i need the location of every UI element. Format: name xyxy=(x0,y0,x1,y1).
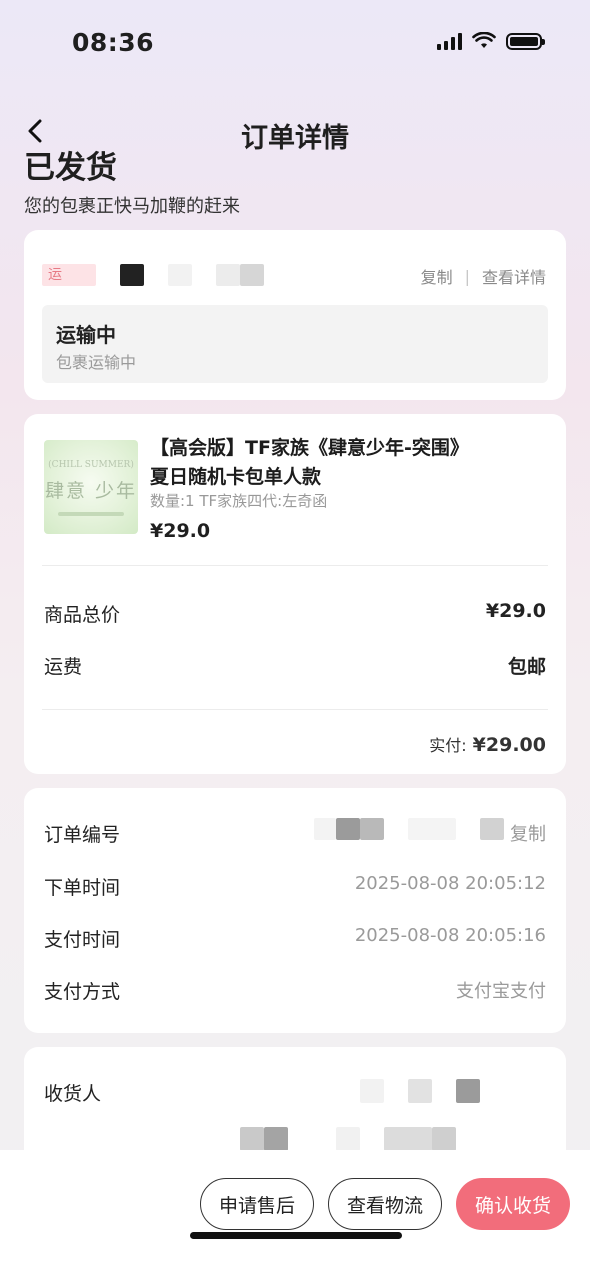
carrier-badge: 运 xyxy=(42,264,96,286)
product-image-stripe xyxy=(58,512,124,516)
order-number-redacted xyxy=(314,818,336,840)
transit-status-box[interactable]: 运输中 包裹运输中 xyxy=(42,305,548,383)
status-icons xyxy=(437,32,545,50)
shipping-fee-value: 包邮 xyxy=(507,656,546,678)
order-time-value: 2025-08-08 20:05:12 xyxy=(354,873,546,894)
view-details-button[interactable]: 查看详情 xyxy=(482,264,546,288)
order-number-redacted xyxy=(480,818,504,840)
receiver-address-redacted xyxy=(264,1127,288,1151)
logistics-card: 运 复制 | 查看详情 运输中 包裹运输中 xyxy=(24,230,566,400)
order-info-card: 订单编号 复制 下单时间 2025-08-08 20:05:12 支付时间 20… xyxy=(24,788,566,1033)
shipping-status-title: 已发货 xyxy=(24,150,117,186)
order-number-label: 订单编号 xyxy=(44,824,121,846)
order-number-redacted xyxy=(408,818,456,840)
shipping-fee-label: 运费 xyxy=(44,656,83,678)
total-price-value: ¥29.0 xyxy=(485,600,546,622)
transit-status-title: 运输中 xyxy=(56,323,116,347)
bottom-action-bar: 申请售后 查看物流 确认收货 xyxy=(0,1150,590,1280)
divider xyxy=(42,565,548,566)
order-number-redacted xyxy=(360,818,384,840)
carrier-label: 运 xyxy=(48,267,62,283)
order-time-label: 下单时间 xyxy=(44,877,121,899)
copy-tracking-button[interactable]: 复制 xyxy=(421,264,453,288)
product-name-line1: 【高会版】TF家族《肆意少年-突围》 xyxy=(150,437,469,459)
pay-time-value: 2025-08-08 20:05:16 xyxy=(354,925,546,946)
product-image-caption: (CHILL SUMMER) xyxy=(48,460,134,470)
amount-paid-value: ¥29.00 xyxy=(472,734,546,756)
confirm-receipt-button[interactable]: 确认收货 xyxy=(456,1178,570,1230)
receiver-name-redacted xyxy=(360,1079,384,1103)
receiver-address-redacted xyxy=(432,1127,456,1151)
product-image[interactable]: (CHILL SUMMER) 肆意 少年 xyxy=(44,440,138,534)
status-time: 08:36 xyxy=(72,28,155,57)
transit-status-subtitle: 包裹运输中 xyxy=(56,353,137,372)
receiver-address-redacted xyxy=(384,1127,432,1151)
product-name-line2: 夏日随机卡包单人款 xyxy=(150,466,322,488)
pay-time-label: 支付时间 xyxy=(44,929,121,951)
view-logistics-button[interactable]: 查看物流 xyxy=(328,1178,442,1230)
product-card: (CHILL SUMMER) 肆意 少年 【高会版】TF家族《肆意少年-突围》 … xyxy=(24,414,566,774)
tracking-number-redacted xyxy=(216,264,240,286)
tracking-number-redacted xyxy=(168,264,192,286)
battery-icon xyxy=(506,32,545,50)
total-price-label: 商品总价 xyxy=(44,604,121,626)
tracking-number-redacted xyxy=(120,264,144,286)
wifi-icon xyxy=(472,32,496,48)
product-image-title: 肆意 少年 xyxy=(44,480,138,502)
tracking-number-redacted xyxy=(240,264,264,286)
signal-icon xyxy=(437,32,462,50)
order-number-redacted xyxy=(336,818,360,840)
amount-paid: 实付: ¥29.00 xyxy=(429,732,546,756)
copy-order-number-button[interactable]: 复制 xyxy=(510,820,546,846)
pay-method-value: 支付宝支付 xyxy=(456,981,546,1002)
amount-paid-label: 实付: xyxy=(429,736,467,755)
after-sale-button[interactable]: 申请售后 xyxy=(200,1178,314,1230)
receiver-address-redacted xyxy=(336,1127,360,1151)
receiver-label: 收货人 xyxy=(44,1083,102,1105)
receiver-name-redacted xyxy=(408,1079,432,1103)
product-price: ¥29.0 xyxy=(150,520,211,542)
divider xyxy=(42,709,548,710)
separator: | xyxy=(464,266,470,286)
logistics-actions: 复制 | 查看详情 xyxy=(421,264,546,288)
pay-method-label: 支付方式 xyxy=(44,981,121,1003)
home-indicator xyxy=(190,1232,402,1239)
receiver-name-redacted xyxy=(456,1079,480,1103)
shipping-status-subtitle: 您的包裹正快马加鞭的赶来 xyxy=(24,196,240,217)
receiver-address-redacted xyxy=(240,1127,264,1151)
product-spec: 数量:1 TF家族四代:左奇函 xyxy=(150,492,328,510)
product-name[interactable]: 【高会版】TF家族《肆意少年-突围》 夏日随机卡包单人款 xyxy=(150,434,550,492)
